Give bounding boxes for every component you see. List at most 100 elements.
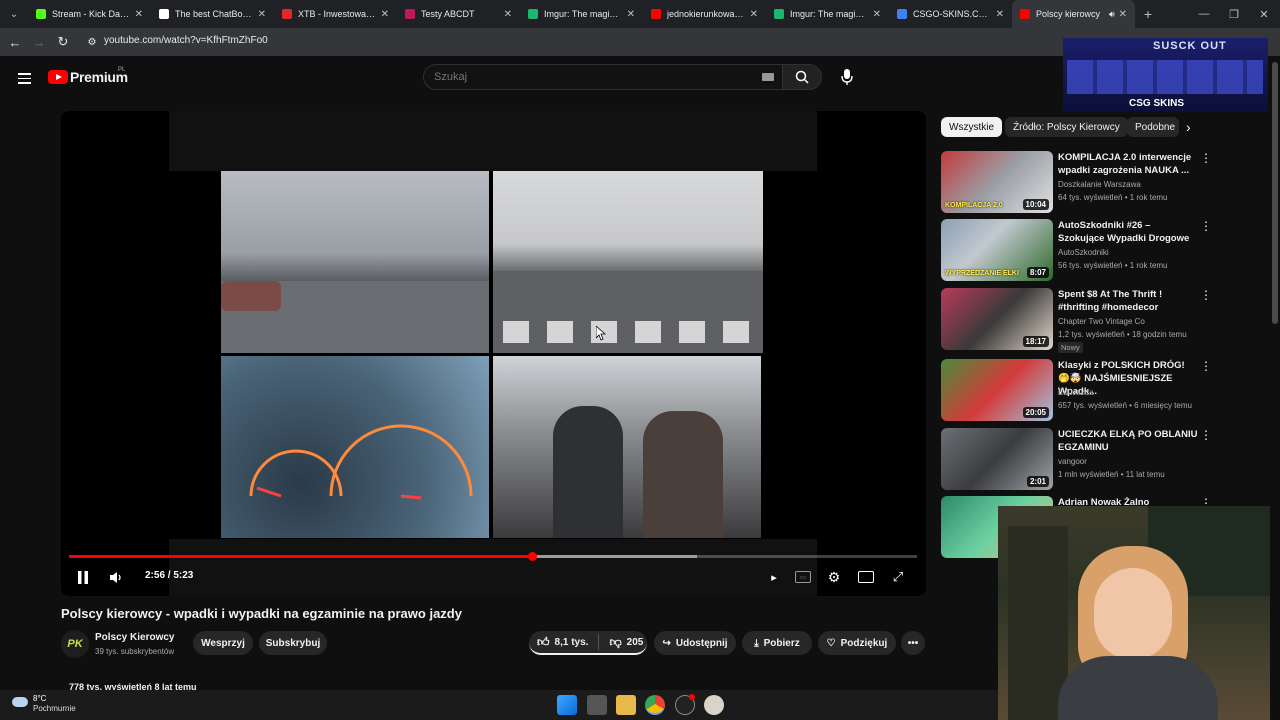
more-actions-icon[interactable]: ••• (901, 631, 925, 655)
mic-icon[interactable] (840, 68, 854, 91)
browser-tab[interactable]: The best ChatBot and ✕ (151, 0, 274, 28)
chrome-icon[interactable] (645, 695, 665, 715)
browser-tab[interactable]: Imgur: The magic of t ✕ (520, 0, 643, 28)
recommendation-channel[interactable]: Chapter Two Vintage Co (1058, 317, 1145, 326)
channel-avatar[interactable]: PK (61, 630, 89, 658)
browser-tab[interactable]: CSGO-SKINS.COM - f ✕ (889, 0, 1012, 28)
recommendation-menu-icon[interactable]: ⋮ (1200, 288, 1212, 302)
site-info-icon[interactable]: ⚙ (84, 34, 100, 50)
browser-tab[interactable]: jednokierunkowa - Yo ✕ (643, 0, 766, 28)
recommendation-title[interactable]: KOMPILACJA 2.0 interwencje wpadki zagroż… (1058, 151, 1198, 177)
close-window-icon[interactable]: ✕ (1248, 0, 1280, 28)
recommendation-thumbnail[interactable]: 20:05 (941, 359, 1053, 421)
chip-all[interactable]: Wszystkie (941, 117, 1002, 137)
start-windows-icon[interactable] (557, 695, 577, 715)
recommendation-title[interactable]: UCIECZKA ELKĄ PO OBLANIU EGZAMINU (1058, 428, 1198, 454)
fullscreen-icon[interactable]: ⤢ (890, 569, 906, 585)
chip-source[interactable]: Źródło: Polscy Kierowcy (1005, 117, 1128, 137)
forward-icon[interactable]: → (31, 34, 47, 50)
subscribe-button[interactable]: Subskrybuj (259, 631, 327, 655)
tab-close-icon[interactable]: ✕ (873, 9, 881, 20)
chip-similar[interactable]: Podobne (1127, 117, 1179, 137)
progress-bar[interactable] (69, 552, 917, 561)
search-button[interactable] (782, 64, 822, 90)
share-label: Udostępnij (675, 637, 728, 649)
channel-name[interactable]: Polscy Kierowcy (95, 632, 174, 643)
settings-gear-icon[interactable]: ⚙ (826, 569, 842, 585)
recommendation-item[interactable]: 18:17 Spent $8 At The Thrift ! #thrifting… (941, 288, 1212, 353)
maximize-icon[interactable]: ❐ (1218, 0, 1250, 28)
dislike-count[interactable]: 205 (627, 637, 644, 648)
weather-cloud-icon[interactable] (12, 697, 28, 707)
menu-icon[interactable] (18, 70, 31, 87)
page-scrollbar[interactable] (1270, 56, 1280, 690)
volume-icon[interactable] (107, 569, 125, 585)
recommendation-channel[interactable]: vangoor (1058, 457, 1087, 466)
back-icon[interactable]: ← (7, 34, 23, 50)
tab-close-icon[interactable]: ✕ (1119, 9, 1127, 20)
recommendation-item[interactable]: KOMPILACJA 2.0 10:04 KOMPILACJA 2.0 interw… (941, 151, 1212, 215)
webcam-overlay (998, 506, 1270, 720)
minimize-icon[interactable]: — (1188, 0, 1220, 28)
task-view-icon[interactable] (587, 695, 607, 715)
recommendation-item[interactable]: 20:05 Klasyki z POLSKICH DRÓG! 🤭🤯 NAJŚMIE… (941, 359, 1212, 423)
weather-temp[interactable]: 8°C (33, 694, 46, 703)
tab-close-icon[interactable]: ✕ (135, 9, 143, 20)
download-button[interactable]: ⤓ Pobierz (742, 631, 812, 655)
new-tab-button[interactable]: + (1135, 6, 1161, 22)
recommendation-channel[interactable]: EduJazda (1058, 388, 1094, 397)
tab-close-icon[interactable]: ✕ (750, 9, 758, 20)
browser-tab[interactable]: Testy ABCDT ✕ (397, 0, 520, 28)
recommendation-channel[interactable]: AutoSzkodniki (1058, 248, 1109, 257)
recommendation-thumbnail[interactable]: WYPRZEDZANIE ELKI 8:07 (941, 219, 1053, 281)
tab-search-icon[interactable]: ⌄ (0, 0, 28, 28)
search-input[interactable] (424, 65, 744, 89)
recommendation-thumbnail[interactable]: 2:01 (941, 428, 1053, 490)
keyboard-icon[interactable] (762, 73, 774, 81)
recommendation-menu-icon[interactable]: ⋮ (1200, 359, 1212, 373)
tab-close-icon[interactable]: ✕ (996, 9, 1004, 20)
support-button[interactable]: Wesprzyj (193, 631, 253, 655)
recommendation-menu-icon[interactable]: ⋮ (1200, 151, 1212, 165)
ad-top-text: SUSCK OUT (1153, 40, 1227, 52)
app-icon[interactable] (704, 695, 724, 715)
youtube-logo-icon[interactable] (48, 70, 68, 84)
progress-scrubber[interactable] (528, 552, 537, 561)
thumbnail-caption: WYPRZEDZANIE ELKI (945, 270, 1019, 277)
browser-tab[interactable]: XTB - Inwestowanie, ✕ (274, 0, 397, 28)
dislike-icon[interactable]: 👎︎ (609, 635, 621, 650)
share-button[interactable]: ↪ Udostępnij (654, 631, 736, 655)
recommendation-thumbnail[interactable]: KOMPILACJA 2.0 10:04 (941, 151, 1053, 213)
recommendation-title[interactable]: AutoSzkodniki #26 – Szokujące Wypadki Dr… (1058, 219, 1198, 245)
recommendation-menu-icon[interactable]: ⋮ (1200, 219, 1212, 233)
scrollbar-thumb[interactable] (1272, 62, 1278, 324)
tab-close-icon[interactable]: ✕ (381, 9, 389, 20)
recommendation-item[interactable]: 2:01 UCIECZKA ELKĄ PO OBLANIU EGZAMINU van… (941, 428, 1212, 492)
tab-close-icon[interactable]: ✕ (627, 9, 635, 20)
reload-icon[interactable]: ↻ (55, 34, 71, 50)
browser-tab[interactable]: Polscy kierowcy 🔊︎ ✕ (1012, 0, 1135, 28)
file-explorer-icon[interactable] (616, 695, 636, 715)
tab-close-icon[interactable]: ✕ (504, 9, 512, 20)
recommendation-channel[interactable]: Doszkalanie Warszawa (1058, 180, 1141, 189)
recommendation-title[interactable]: Spent $8 At The Thrift ! #thrifting #hom… (1058, 288, 1198, 314)
subtitles-icon[interactable]: ▭ (795, 571, 811, 583)
browser-tab[interactable]: Stream - Kick Dashbo ✕ (28, 0, 151, 28)
like-icon[interactable]: 👍︎ (537, 635, 550, 650)
miniplayer-icon[interactable] (858, 571, 874, 583)
mouse-cursor-icon (596, 326, 606, 341)
autoplay-toggle-icon[interactable]: ▸ (767, 571, 781, 584)
recommendation-menu-icon[interactable]: ⋮ (1200, 428, 1212, 442)
thanks-button[interactable]: ♡ Podziękuj (818, 631, 896, 655)
tab-close-icon[interactable]: ✕ (258, 9, 266, 20)
video-player[interactable]: 2:56 / 5:23 ▸ ▭ ⚙ ⤢ (61, 111, 926, 596)
recommendation-item[interactable]: WYPRZEDZANIE ELKI 8:07 AutoSzkodniki #26 –… (941, 219, 1212, 283)
url-field[interactable]: youtube.com/watch?v=KfhFtmZhFo0 (104, 35, 268, 46)
like-count[interactable]: 8,1 tys. (555, 637, 589, 648)
recommendation-thumbnail[interactable]: 18:17 (941, 288, 1053, 350)
weather-desc[interactable]: Pochmurnie (33, 704, 76, 713)
pause-icon[interactable] (75, 569, 91, 585)
tab-audio-icon[interactable]: 🔊︎ (1109, 9, 1115, 20)
browser-tab[interactable]: Imgur: The magic of t ✕ (766, 0, 889, 28)
chips-next-icon[interactable]: › (1186, 119, 1191, 135)
